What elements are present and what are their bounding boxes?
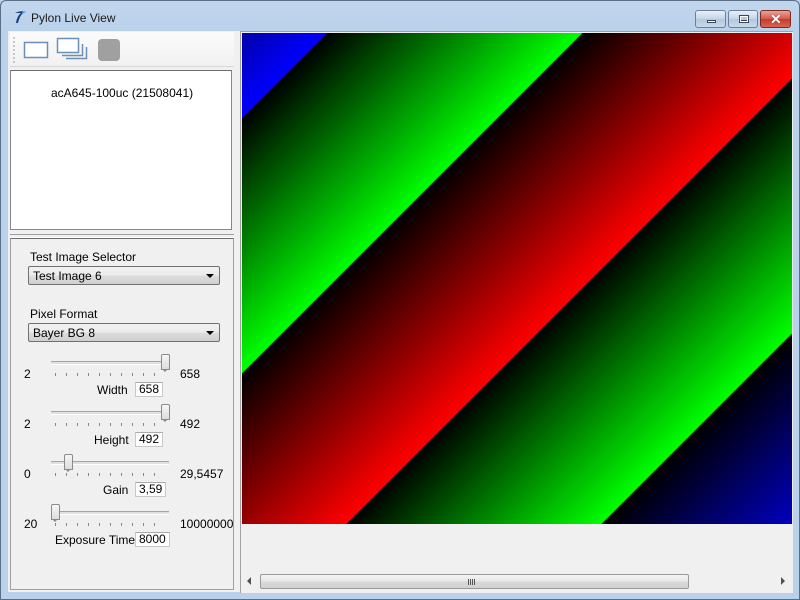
scroll-right-arrow-icon[interactable] [781,577,785,585]
title-bar[interactable]: Pylon Live View ✕ [1,1,799,31]
toolbar-grip[interactable] [13,36,15,64]
chevron-down-icon [206,331,214,335]
slider-track [51,411,169,415]
left-pane: acA645-100uc (21508041) Test Image Selec… [8,31,236,592]
scrollbar-thumb[interactable] [260,574,689,589]
close-button[interactable]: ✕ [760,10,791,28]
stop-icon [98,39,120,61]
exposure-max: 10000000 [180,517,234,531]
gain-value-field[interactable]: 3,59 [135,482,167,497]
window-title: Pylon Live View [31,11,116,25]
gain-slider[interactable] [51,454,169,480]
maximize-button[interactable] [728,10,758,28]
minimize-icon [707,20,716,23]
width-min: 2 [24,367,31,381]
live-image[interactable] [242,33,792,524]
height-max: 492 [180,417,201,431]
slider-track [51,361,169,365]
width-slider[interactable] [51,354,170,380]
slider-thumb[interactable] [64,454,74,472]
test-image-selector-label: Test Image Selector [30,250,137,264]
client-area: acA645-100uc (21508041) Test Image Selec… [8,31,793,593]
exposure-slider[interactable] [51,504,169,530]
slider-thumb[interactable] [51,504,60,522]
height-min: 2 [24,417,31,431]
horizontal-scrollbar[interactable] [242,573,791,590]
scrollbar-grip-icon [468,579,475,585]
height-slider[interactable] [51,404,170,430]
exposure-value-field[interactable]: 8000 [135,532,170,547]
slider-ticks [55,523,165,526]
slider-thumb[interactable] [161,404,170,422]
single-frame-icon [23,41,49,59]
image-view[interactable] [240,31,793,593]
device-list[interactable]: acA645-100uc (21508041) [10,70,232,230]
test-image-selector-value: Test Image 6 [33,269,102,283]
slider-track [51,511,169,515]
pixel-format-dropdown[interactable]: Bayer BG 8 [28,323,220,342]
minimize-button[interactable] [695,10,726,28]
gain-max: 29,5457 [180,467,224,481]
stacked-frames-icon [56,37,88,60]
close-icon: ✕ [770,11,782,27]
width-max: 658 [180,367,201,381]
exposure-label: Exposure Time [55,533,136,547]
slider-ticks [55,373,165,376]
pylon-logo-icon [15,11,26,23]
height-value-field[interactable]: 492 [135,432,164,447]
slider-ticks [55,473,165,476]
pixel-format-value: Bayer BG 8 [33,326,96,340]
pixel-format-label: Pixel Format [30,307,98,321]
maximize-icon [739,15,749,23]
chevron-down-icon [206,274,214,278]
height-label: Height [94,433,129,447]
continuous-shot-button[interactable] [56,36,88,62]
gain-min: 0 [24,467,31,481]
stop-button[interactable] [95,36,123,62]
slider-ticks [55,423,165,426]
device-list-item[interactable]: acA645-100uc (21508041) [51,86,193,100]
scroll-left-arrow-icon[interactable] [247,577,251,585]
slider-thumb[interactable] [161,354,170,372]
gain-label: Gain [103,483,129,497]
test-image-selector-dropdown[interactable]: Test Image 6 [28,266,220,285]
feature-panel: Test Image Selector Test Image 6 Pixel F… [10,238,234,590]
toolbar [10,32,234,67]
exposure-min: 20 [24,517,38,531]
app-window: Pylon Live View ✕ acA645-100uc (21508041… [0,0,800,600]
width-label: Width [97,383,128,397]
width-value-field[interactable]: 658 [135,382,164,397]
single-shot-button[interactable] [22,36,50,62]
